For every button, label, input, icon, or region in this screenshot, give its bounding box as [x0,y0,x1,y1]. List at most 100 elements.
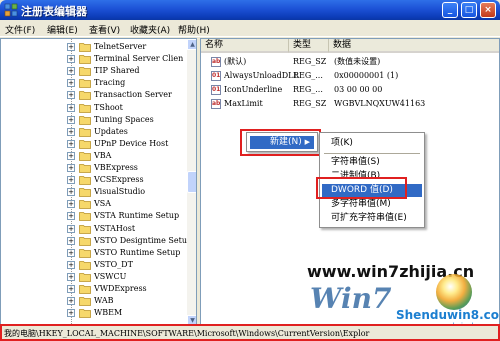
tree-item[interactable]: + Tuning Spaces [1,114,186,126]
tree-item[interactable]: + VSWCU [1,271,186,283]
string-value-icon: ab [211,57,221,67]
folder-icon [79,67,91,77]
menu-edit[interactable]: 编辑(E) [47,23,78,36]
menu-favorites[interactable]: 收藏夹(A) [130,23,170,36]
expand-icon[interactable]: + [67,67,75,76]
tree-item[interactable]: + VSTO Runtime Setup [1,247,186,259]
tree-item[interactable]: + UPnP Device Host [1,138,186,150]
tree-item-label: Transaction Server [94,90,172,100]
expand-icon[interactable]: + [67,285,75,293]
tree-item[interactable]: + Updates [1,126,186,138]
tree-item-label: VCSExpress [94,175,144,185]
tree-scrollbar[interactable]: ▲ ▼ [187,39,196,324]
expand-icon[interactable]: + [67,212,75,221]
expand-icon[interactable]: + [67,224,75,233]
value-row[interactable]: ab MaxLimit REG_SZ WGBVLNQXUW41163 [201,98,499,110]
folder-icon [79,103,91,113]
expand-icon[interactable]: + [67,115,75,124]
registry-tree[interactable]: + TelnetServer + Terminal Server Clien + TIP … [0,38,197,325]
tree-item[interactable]: + VSTA Runtime Setup [1,210,186,222]
expand-icon[interactable]: + [67,309,75,318]
submenu-expandable-string-value[interactable]: 可扩充字符串值(E) [322,212,422,225]
folder-icon [79,248,91,258]
folder-icon [79,127,91,137]
minimize-button[interactable]: _ [442,2,458,18]
expand-icon[interactable]: + [67,91,75,100]
maximize-button[interactable]: □ [461,2,477,18]
tree-item-label: VWDExpress [94,284,147,293]
tree-item[interactable]: + VSTAHost [1,223,186,235]
scroll-thumb[interactable] [187,171,196,193]
tree-item[interactable]: + TShoot [1,102,186,114]
tree-item[interactable]: + Terminal Server Clien [1,53,186,65]
submenu-key[interactable]: 项(K) [322,137,422,150]
tree-item[interactable]: + VCSExpress [1,174,186,186]
expand-icon[interactable]: + [67,272,75,281]
column-header-type[interactable]: 类型 [289,39,329,53]
expand-icon[interactable]: + [67,139,75,148]
tree-item[interactable]: + WAB [1,295,186,307]
folder-icon [79,115,91,125]
menu-view[interactable]: 查看(V) [89,23,120,36]
tree-item-label: TelnetServer [94,42,147,51]
expand-icon[interactable]: + [67,55,75,64]
folder-icon [79,309,91,319]
tree-item[interactable]: + WBEM [1,307,186,319]
tree-item[interactable]: + VSTO Designtime Setup [1,235,192,247]
expand-icon[interactable]: + [67,103,75,112]
tree-item[interactable]: + TelnetServer [1,41,186,53]
expand-icon[interactable]: + [67,200,75,209]
expand-icon[interactable]: + [67,79,75,88]
menu-file[interactable]: 文件(F) [5,23,35,36]
value-name: AlwaysUnloadDLL [224,71,299,80]
submenu-string-value[interactable]: 字符串值(S) [322,156,422,169]
expand-icon[interactable]: + [67,176,75,185]
column-header-name[interactable]: 名称 [201,39,289,53]
expand-icon[interactable]: + [67,127,75,136]
expand-icon[interactable]: + [67,260,75,269]
tree-item[interactable]: + VSA [1,198,186,210]
expand-icon[interactable]: + [67,164,75,172]
expand-icon[interactable]: + [67,151,75,160]
value-row[interactable]: 01 IconUnderline REG_... 03 00 00 00 [201,84,499,96]
value-type: REG_... [293,85,323,94]
expand-icon[interactable]: + [67,248,75,257]
folder-icon [79,236,91,246]
menu-help[interactable]: 帮助(H) [178,23,210,36]
tree-item-label: Updates [94,126,128,136]
tree-item[interactable]: + VWDExpress [1,283,186,295]
close-button[interactable]: × [480,2,496,18]
folder-icon [79,224,91,234]
tree-item-label: VSA [94,199,112,209]
tree-item[interactable]: + VisualStudio [1,186,186,198]
expand-icon[interactable]: + [67,188,75,197]
tree-item[interactable]: + Tracing [1,77,186,89]
column-header-data[interactable]: 数据 [329,39,499,53]
watermark-site-2: Shenduwin8.com [396,308,500,322]
tree-item[interactable]: + VBExpress [1,162,186,174]
folder-icon [79,285,91,294]
tree-item-label: TShoot [94,102,123,112]
tree-item[interactable]: + VSTO_DT [1,259,186,271]
annotation-box-new [240,129,321,156]
tree-item-label: WAB [94,296,114,306]
value-data: WGBVLNQXUW41163 [334,99,426,108]
expand-icon[interactable]: + [67,43,75,51]
submenu-multi-string-value[interactable]: 多字符串值(M) [322,198,422,211]
tree-item[interactable]: + VBA [1,150,186,162]
expand-icon[interactable]: + [67,297,75,306]
folder-icon [79,91,91,101]
windows-orb-icon [436,274,472,310]
value-data: (数值未设置) [334,57,381,66]
scroll-up-icon[interactable]: ▲ [187,39,196,50]
tree-item[interactable]: + Transaction Server [1,89,186,101]
value-data: 03 00 00 00 [334,85,383,94]
tree-item-label: WBEM [94,308,123,318]
expand-icon[interactable]: + [67,236,75,245]
value-row[interactable]: ab (默认) REG_SZ (数值未设置) [201,56,499,68]
tree-item[interactable]: + TIP Shared [1,65,186,77]
folder-icon [79,43,91,52]
registry-editor-icon [4,3,18,17]
value-row[interactable]: 01 AlwaysUnloadDLL REG_... 0x00000001 (1) [201,70,499,82]
tree-item-label: VBExpress [94,163,138,172]
